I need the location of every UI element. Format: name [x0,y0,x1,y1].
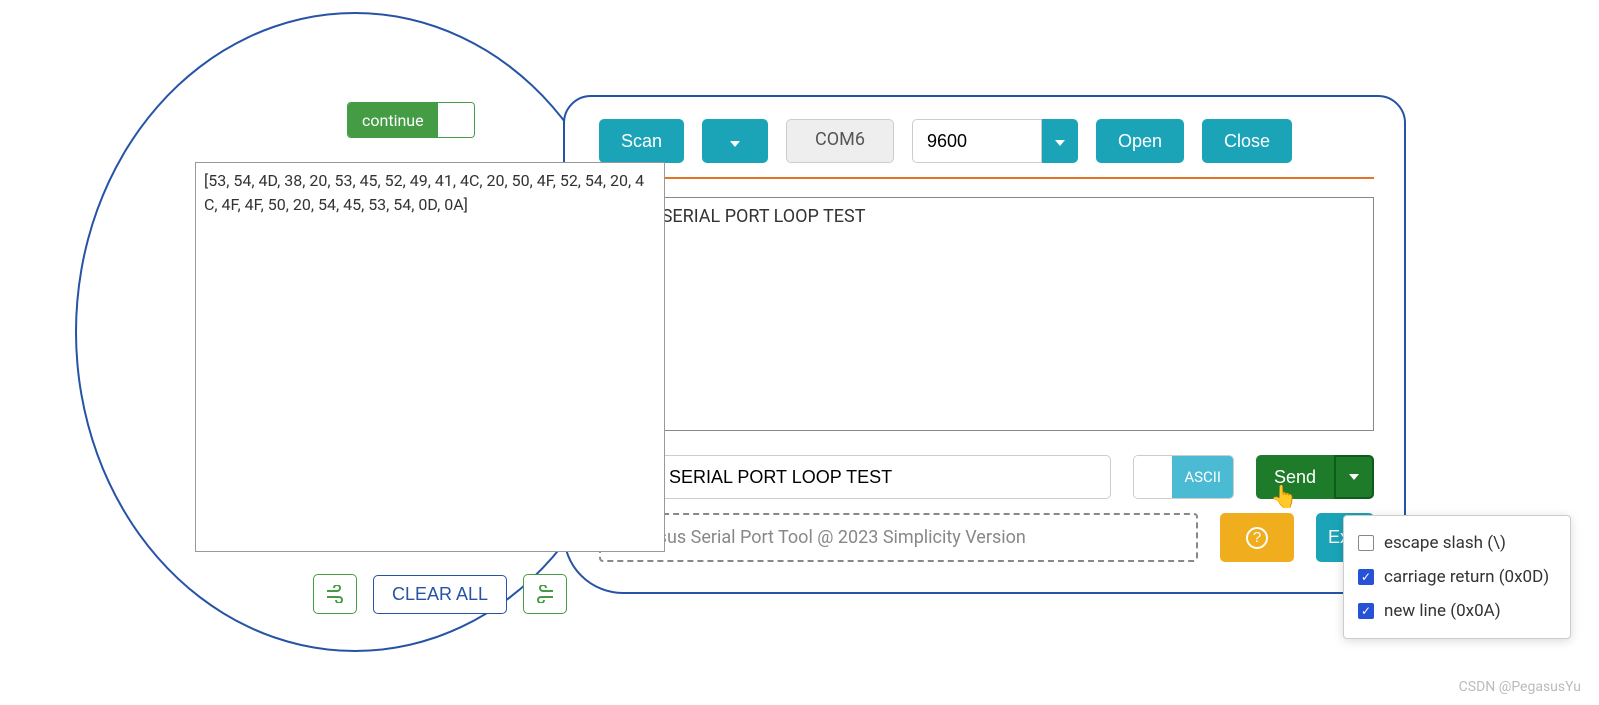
continue-toggle-handle [438,103,474,137]
watermark: CSDN @PegasusYu [1459,679,1581,695]
continue-toggle-label: continue [348,103,438,137]
scan-button[interactable]: Scan [599,119,684,163]
checkbox-checked-icon: ✓ [1358,569,1374,585]
baud-rate-group [912,119,1078,163]
clear-all-button[interactable]: CLEAR ALL [373,575,507,614]
wind-left-icon [325,585,345,603]
received-data-area[interactable] [599,197,1374,431]
ascii-toggle-label: ASCII [1172,456,1233,498]
divider [599,177,1374,179]
caret-down-icon [730,141,740,147]
caret-down-icon [1055,140,1065,146]
option-label: new line (0x0A) [1384,601,1501,621]
checkbox-checked-icon: ✓ [1358,603,1374,619]
scroll-left-button[interactable] [313,574,357,614]
option-label: carriage return (0x0D) [1384,567,1549,587]
ascii-toggle-handle [1134,456,1172,498]
baud-rate-dropdown-button[interactable] [1042,119,1078,163]
checkbox-icon [1358,535,1374,551]
send-button[interactable]: Send [1256,455,1334,499]
send-input[interactable] [599,455,1111,499]
main-panel: Scan COM6 Open Close ASCII Send Pegasus … [563,95,1406,594]
hex-output-area[interactable]: [53, 54, 4D, 38, 20, 53, 45, 52, 49, 41,… [195,162,665,552]
scroll-right-button[interactable] [523,574,567,614]
close-button[interactable]: Close [1202,119,1292,163]
question-icon: ? [1246,527,1268,549]
send-options-dropdown-button[interactable] [1334,455,1374,499]
send-options-popup: escape slash (\) ✓ carriage return (0x0D… [1343,515,1571,639]
option-label: escape slash (\) [1384,533,1506,553]
caret-down-icon [1349,474,1359,480]
footer-credits: Pegasus Serial Port Tool @ 2023 Simplici… [599,513,1198,562]
baud-rate-input[interactable] [912,119,1042,163]
open-button[interactable]: Open [1096,119,1184,163]
help-button[interactable]: ? [1220,513,1294,562]
option-escape-slash[interactable]: escape slash (\) [1358,526,1556,560]
wind-right-icon [535,585,555,603]
toolbar: Scan COM6 Open Close [599,119,1374,163]
com-port-display: COM6 [786,119,894,163]
continue-toggle[interactable]: continue [347,102,475,138]
ascii-toggle[interactable]: ASCII [1133,455,1234,499]
option-new-line[interactable]: ✓ new line (0x0A) [1358,594,1556,628]
scan-dropdown-button[interactable] [702,119,768,163]
option-carriage-return[interactable]: ✓ carriage return (0x0D) [1358,560,1556,594]
